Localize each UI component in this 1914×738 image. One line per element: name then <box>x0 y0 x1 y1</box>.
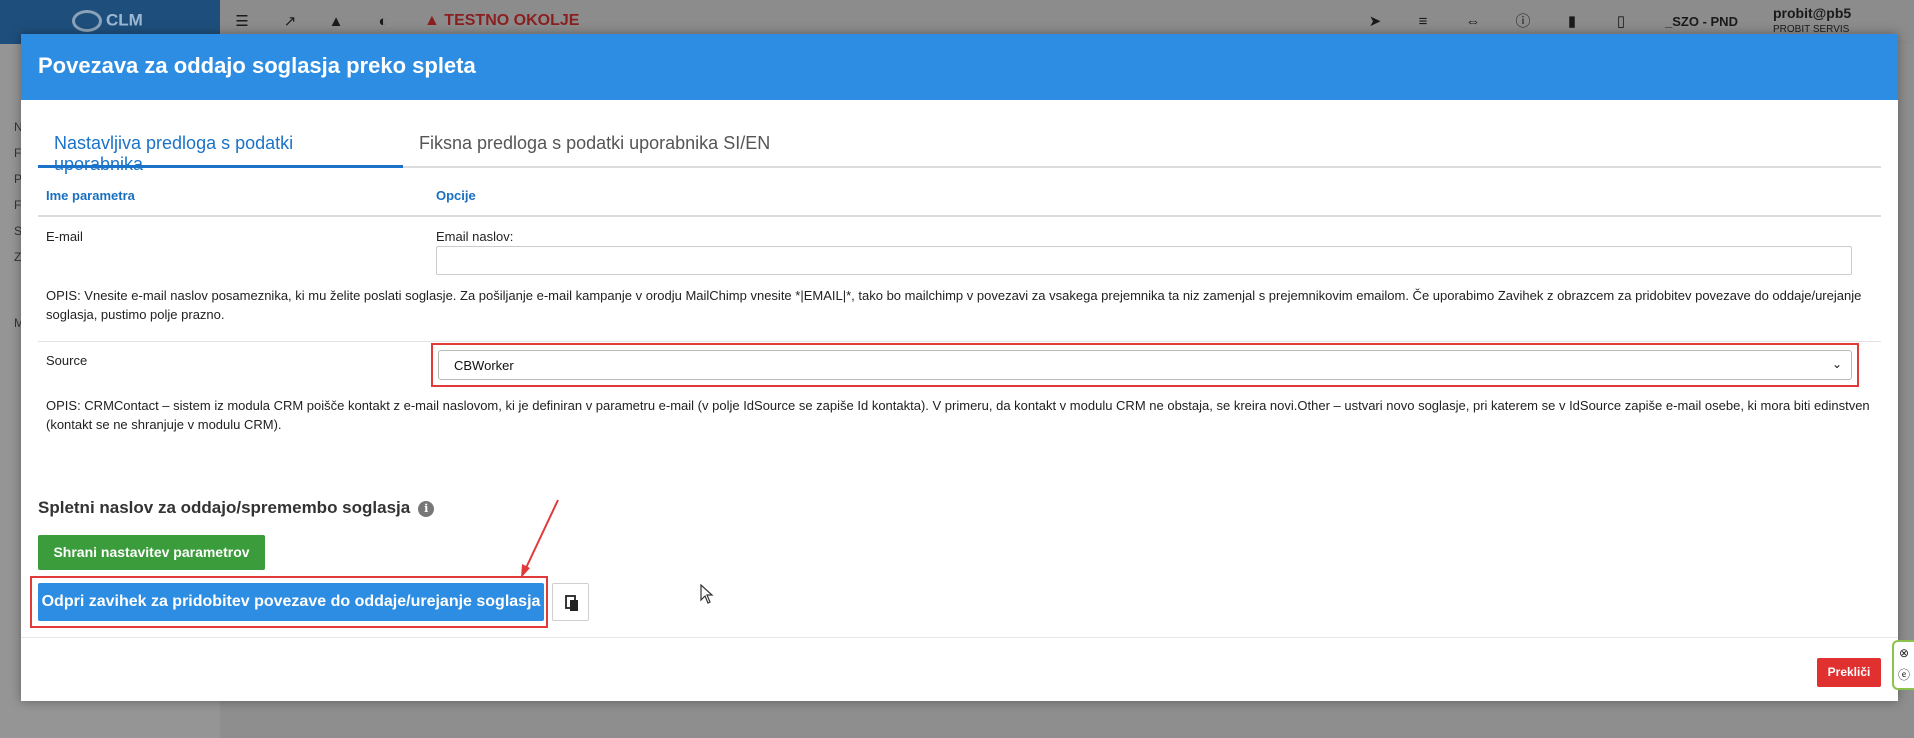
teamviewer-icon[interactable]: ⇔ <box>1463 12 1483 32</box>
document-icon[interactable]: ▯ <box>1611 12 1631 32</box>
tab-fixed-template[interactable]: Fiksna predloga s podatki uporabnika SI/… <box>403 122 786 168</box>
book-icon[interactable]: ▮ <box>1562 12 1582 32</box>
email-field-label: Email naslov: <box>436 229 514 244</box>
contrast-icon[interactable]: ◐ <box>373 12 393 32</box>
e-circle-icon[interactable]: ⓔ <box>1894 664 1914 686</box>
side-widget[interactable]: ⊗ ⓔ <box>1892 640 1914 690</box>
column-header-name: Ime parametra <box>46 188 135 203</box>
info-icon[interactable]: i <box>418 501 435 517</box>
chevron-down-icon: ⌄ <box>1831 357 1842 371</box>
source-param-label: Source <box>46 353 88 368</box>
section-title: Spletni naslov za oddajo/spremembo sogla… <box>38 498 435 518</box>
source-description: OPIS: CRMContact – sistem iz modula CRM … <box>46 398 1870 432</box>
source-select[interactable]: CBWorker ⌄ <box>438 350 1852 380</box>
logo-text: CLM <box>106 10 143 30</box>
user-name[interactable]: probit@pb5 <box>1773 5 1851 21</box>
source-selected-value: CBWorker <box>454 358 514 373</box>
open-consent-tab-button[interactable]: Odpri zavihek za pridobitev povezave do … <box>38 583 544 621</box>
external-link-icon[interactable]: ↗ <box>280 12 300 32</box>
save-parameters-button[interactable]: Shrani nastavitev parametrov <box>38 535 265 570</box>
environment-label[interactable]: _SZO - PND <box>1665 14 1738 29</box>
parameters-table: Ime parametra Opcije E-mail Email naslov… <box>38 176 1881 432</box>
table-header: Ime parametra Opcije <box>38 176 1881 217</box>
close-circle-icon[interactable]: ⊗ <box>1894 642 1914 664</box>
source-row: Source CBWorker ⌄ <box>38 342 1881 394</box>
tasks-icon[interactable]: ≡ <box>1413 12 1433 32</box>
modal-footer: Prekliči <box>21 637 1898 701</box>
clipboard-icon <box>565 595 578 611</box>
warning-icon: ▲ <box>424 12 440 29</box>
modal-title: Povezava za oddajo soglasja preko spleta <box>38 53 476 78</box>
email-field[interactable] <box>436 246 1852 275</box>
app-logo[interactable]: CLM <box>72 10 143 32</box>
send-icon[interactable]: ➤ <box>1365 12 1385 32</box>
mouse-cursor-icon <box>700 584 714 604</box>
consent-link-modal: Povezava za oddajo soglasja preko spleta… <box>21 34 1898 701</box>
info-circle-icon[interactable]: ⓘ <box>1513 12 1533 32</box>
section-title-text: Spletni naslov za oddajo/spremembo sogla… <box>38 498 411 517</box>
email-description: OPIS: Vnesite e-mail naslov posameznika,… <box>38 286 1881 342</box>
email-param-label: E-mail <box>46 229 83 244</box>
column-header-options: Opcije <box>436 188 476 203</box>
tab-configurable-template[interactable]: Nastavljiva predloga s podatki uporabnik… <box>38 122 403 174</box>
tab-bar: Nastavljiva predloga s podatki uporabnik… <box>38 122 1881 174</box>
environment-warning-text: TESTNO OKOLJE <box>444 12 580 29</box>
copy-button[interactable] <box>552 583 589 621</box>
environment-warning: ▲ TESTNO OKOLJE <box>424 12 579 30</box>
lock-icon[interactable]: ▲ <box>326 12 346 32</box>
email-row: E-mail Email naslov: <box>38 217 1881 282</box>
modal-header: Povezava za oddajo soglasja preko spleta <box>21 34 1898 100</box>
list-icon[interactable]: ☰ <box>232 12 252 32</box>
cancel-button[interactable]: Prekliči <box>1817 658 1881 687</box>
logo-mark-icon <box>72 10 102 32</box>
